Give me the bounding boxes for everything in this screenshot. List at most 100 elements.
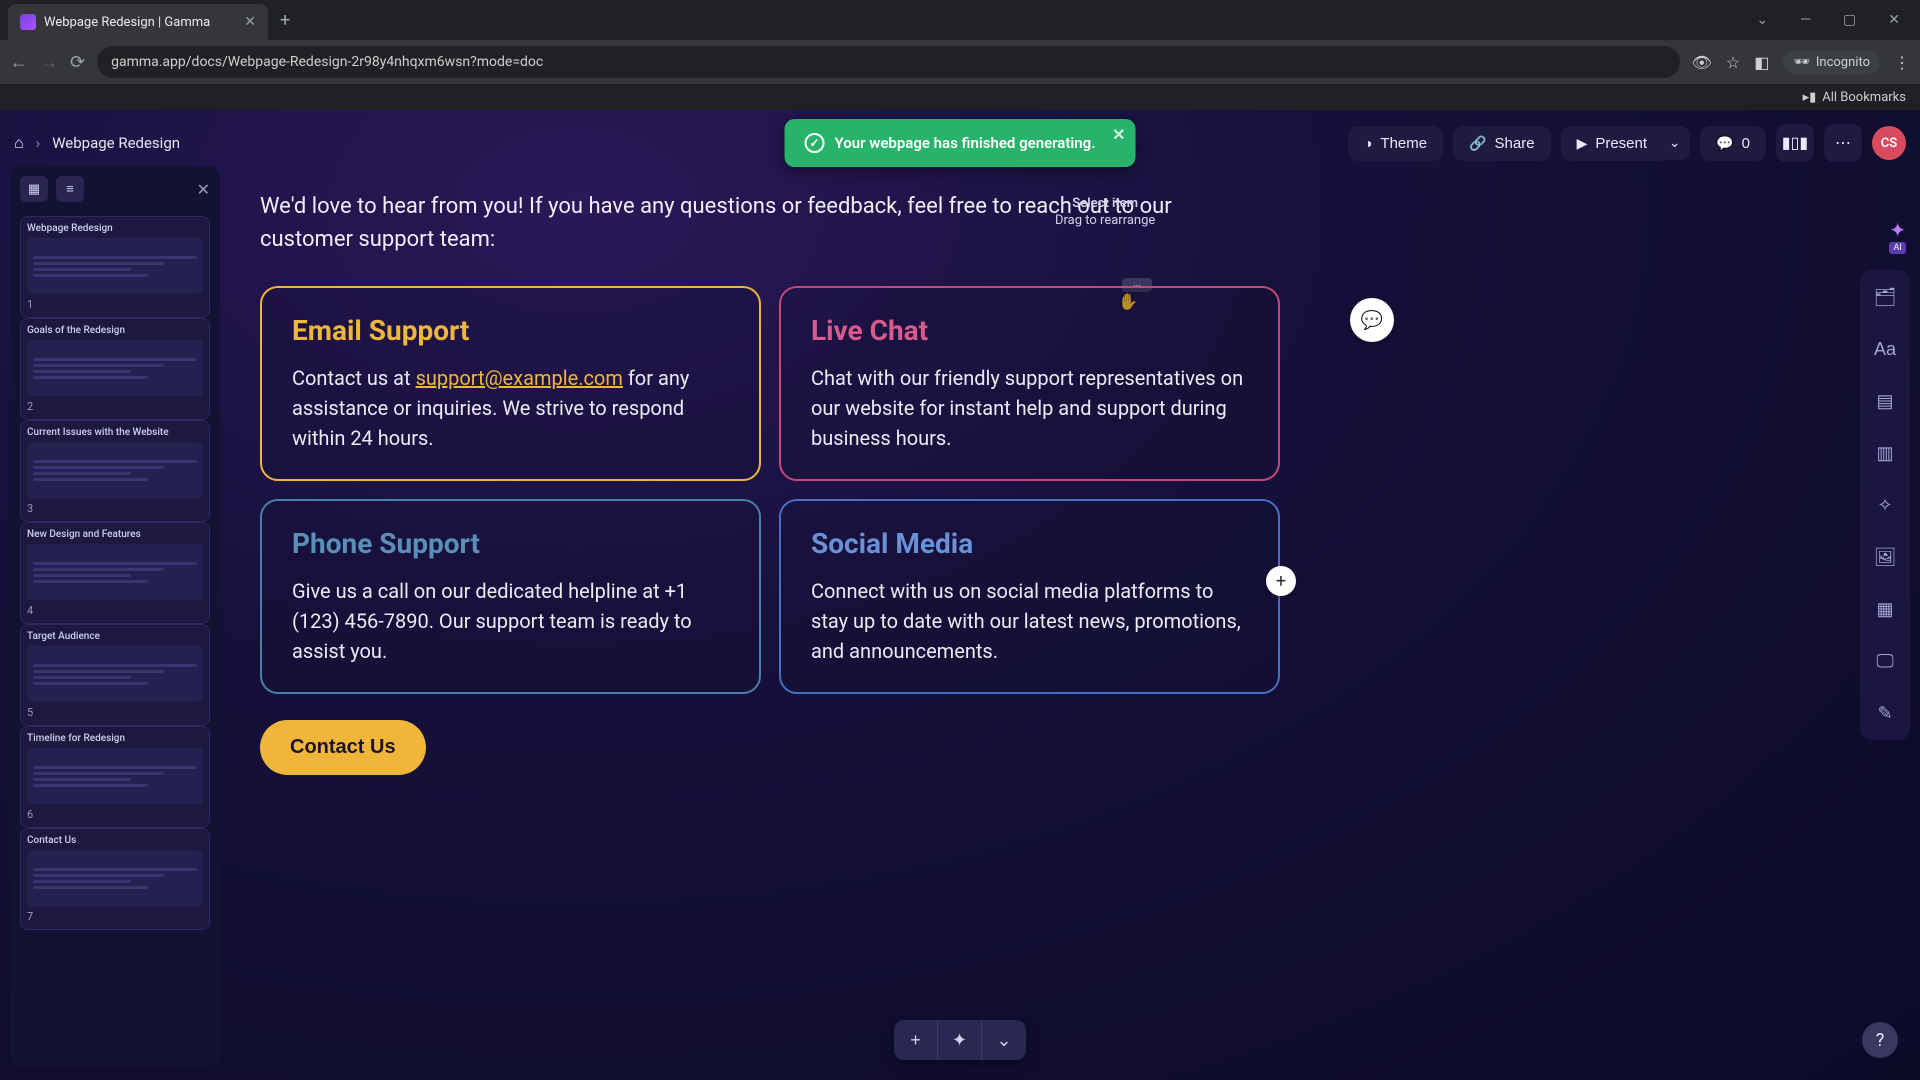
sparkle-icon: ✦ <box>952 1030 967 1051</box>
tool-rail: 🗂 Aa ▤ ▥ ✧ 🖼 ▦ 🖵 ✎ <box>1860 270 1910 740</box>
top-actions: ◑ Theme 🔗 Share ▶ Present ⌄ 💬 0 ▮▯▮ <box>1348 124 1906 162</box>
present-dropdown[interactable]: ⌄ <box>1659 126 1690 160</box>
selection-hint: Select item Drag to rearrange <box>1055 196 1155 230</box>
text-format-button[interactable]: Aa <box>1868 332 1902 366</box>
bookmark-star-icon[interactable]: ☆ <box>1726 53 1740 72</box>
folder-icon: ▸▮ <box>1803 90 1817 105</box>
minimize-icon[interactable]: — <box>1788 6 1823 34</box>
tab-bar: Webpage Redesign | Gamma ✕ + ⌄ — ▢ ✕ <box>0 0 1920 40</box>
text-aa-icon: Aa <box>1874 339 1896 360</box>
slide-thumbnail[interactable]: Timeline for Redesign 6 <box>20 726 210 828</box>
card-body: Contact us at support@example.com for an… <box>292 363 729 453</box>
video-button[interactable]: 🖵 <box>1868 644 1902 678</box>
toast-close-icon[interactable]: ✕ <box>1112 125 1125 144</box>
slide-thumbnail[interactable]: Target Audience 5 <box>20 624 210 726</box>
card-body: Connect with us on social media platform… <box>811 576 1248 666</box>
chevron-down-icon[interactable]: ⌄ <box>1744 6 1780 34</box>
share-button[interactable]: 🔗 Share <box>1453 126 1550 161</box>
bar-chart-icon: ▮▯▮ <box>1782 133 1808 153</box>
incognito-icon: 🕶 <box>1793 55 1810 70</box>
ai-card-button[interactable]: ✦ <box>938 1020 982 1060</box>
card-live-chat[interactable]: Live Chat Chat with our friendly support… <box>779 286 1280 481</box>
reload-button[interactable]: ⟳ <box>70 52 85 73</box>
grid-view-icon[interactable]: ▦ <box>20 176 48 202</box>
slide-thumbnail[interactable]: Goals of the Redesign 2 <box>20 318 210 420</box>
incognito-badge[interactable]: 🕶 Incognito <box>1783 51 1880 74</box>
card-body: Give us a call on our dedicated helpline… <box>292 576 729 666</box>
all-bookmarks-link[interactable]: All Bookmarks <box>1822 90 1906 105</box>
gamma-app: ⌂ › Webpage Redesign ✓ Your webpage has … <box>0 110 1920 1080</box>
analytics-button[interactable]: ▮▯▮ <box>1776 124 1814 162</box>
image-button[interactable]: 🖼 <box>1868 540 1902 574</box>
plus-icon: + <box>910 1030 921 1051</box>
eye-off-icon[interactable]: 👁 <box>1692 53 1712 72</box>
editor-canvas[interactable]: We'd love to hear from you! If you have … <box>220 110 1920 1080</box>
incognito-label: Incognito <box>1816 55 1870 70</box>
theme-button[interactable]: ◑ Theme <box>1348 126 1443 161</box>
support-email-link[interactable]: support@example.com <box>416 366 623 390</box>
list-view-icon[interactable]: ≡ <box>56 176 84 202</box>
thumb-preview <box>27 646 203 702</box>
home-icon[interactable]: ⌂ <box>14 133 24 153</box>
dots-icon: ⋯ <box>1835 133 1851 153</box>
back-button[interactable]: ← <box>10 52 28 73</box>
url-bar[interactable]: gamma.app/docs/Webpage-Redesign-2r98y4nh… <box>97 46 1679 78</box>
kebab-menu-icon[interactable]: ⋮ <box>1894 53 1910 72</box>
browser-tab[interactable]: Webpage Redesign | Gamma ✕ <box>8 4 268 40</box>
theme-label: Theme <box>1380 135 1427 152</box>
slide-thumbnail[interactable]: New Design and Features 4 <box>20 522 210 624</box>
forward-button[interactable]: → <box>40 52 58 73</box>
add-block-button[interactable]: + <box>1266 566 1296 596</box>
tab-close-icon[interactable]: ✕ <box>244 14 256 30</box>
toast-message: Your webpage has finished generating. <box>835 134 1096 152</box>
add-card-button[interactable]: + <box>894 1020 938 1060</box>
card-phone-support[interactable]: Phone Support Give us a call on our dedi… <box>260 499 761 694</box>
comment-icon: 💬 <box>1716 135 1733 152</box>
present-button[interactable]: ▶ Present <box>1561 126 1663 161</box>
slide-thumbnail[interactable]: Webpage Redesign 1 <box>20 216 210 318</box>
embed-button[interactable]: ▦ <box>1868 592 1902 626</box>
maximize-icon[interactable]: ▢ <box>1831 6 1868 34</box>
add-card-toolbar: + ✦ ⌄ <box>894 1020 1026 1060</box>
add-comment-button[interactable]: 💬 <box>1350 298 1394 342</box>
slide-thumbnail[interactable]: Contact Us 7 <box>20 828 210 930</box>
sparkles-icon: ✧ <box>1877 495 1892 516</box>
palette-icon: ◑ <box>1364 135 1372 151</box>
card-templates-button[interactable]: 🗂 <box>1868 280 1902 314</box>
body-pre: Contact us at <box>292 366 416 390</box>
thumb-title: Current Issues with the Website <box>27 427 203 438</box>
columns-icon: ▥ <box>1876 443 1893 464</box>
thumb-number: 1 <box>27 298 203 311</box>
comments-button[interactable]: 💬 0 <box>1700 126 1766 161</box>
close-window-icon[interactable]: ✕ <box>1876 6 1912 34</box>
thumb-preview <box>27 748 203 804</box>
panel-close-icon[interactable]: ✕ <box>197 180 210 199</box>
help-button[interactable]: ? <box>1862 1022 1898 1058</box>
card-social-media[interactable]: Social Media Connect with us on social m… <box>779 499 1280 694</box>
bookmark-bar: ▸▮ All Bookmarks <box>0 84 1920 110</box>
card-title: Phone Support <box>292 527 729 560</box>
form-button[interactable]: ✎ <box>1868 696 1902 730</box>
visuals-button[interactable]: ✧ <box>1868 488 1902 522</box>
card-title: Social Media <box>811 527 1248 560</box>
contact-us-button[interactable]: Contact Us <box>260 720 426 775</box>
share-label: Share <box>1495 135 1535 152</box>
card-email-support[interactable]: Email Support Contact us at support@exam… <box>260 286 761 481</box>
breadcrumb-doc-title[interactable]: Webpage Redesign <box>52 134 180 152</box>
slide-thumbnail[interactable]: Current Issues with the Website 3 <box>20 420 210 522</box>
panel-icon[interactable]: ◧ <box>1754 53 1769 72</box>
add-card-dropdown[interactable]: ⌄ <box>982 1020 1026 1060</box>
play-icon: ▶ <box>1577 135 1588 152</box>
grid-icon: ▦ <box>1876 599 1893 620</box>
callout-button[interactable]: ▤ <box>1868 384 1902 418</box>
more-menu-button[interactable]: ⋯ <box>1824 124 1862 162</box>
new-tab-button[interactable]: + <box>268 10 302 31</box>
card-body: Chat with our friendly support represent… <box>811 363 1248 453</box>
thumb-preview <box>27 340 203 396</box>
thumb-title: Target Audience <box>27 631 203 642</box>
layout-button[interactable]: ▥ <box>1868 436 1902 470</box>
monitor-icon: 🖵 <box>1876 651 1893 672</box>
thumb-preview <box>27 442 203 498</box>
speech-bubble-icon: 💬 <box>1361 310 1383 331</box>
user-avatar[interactable]: CS <box>1872 126 1906 160</box>
